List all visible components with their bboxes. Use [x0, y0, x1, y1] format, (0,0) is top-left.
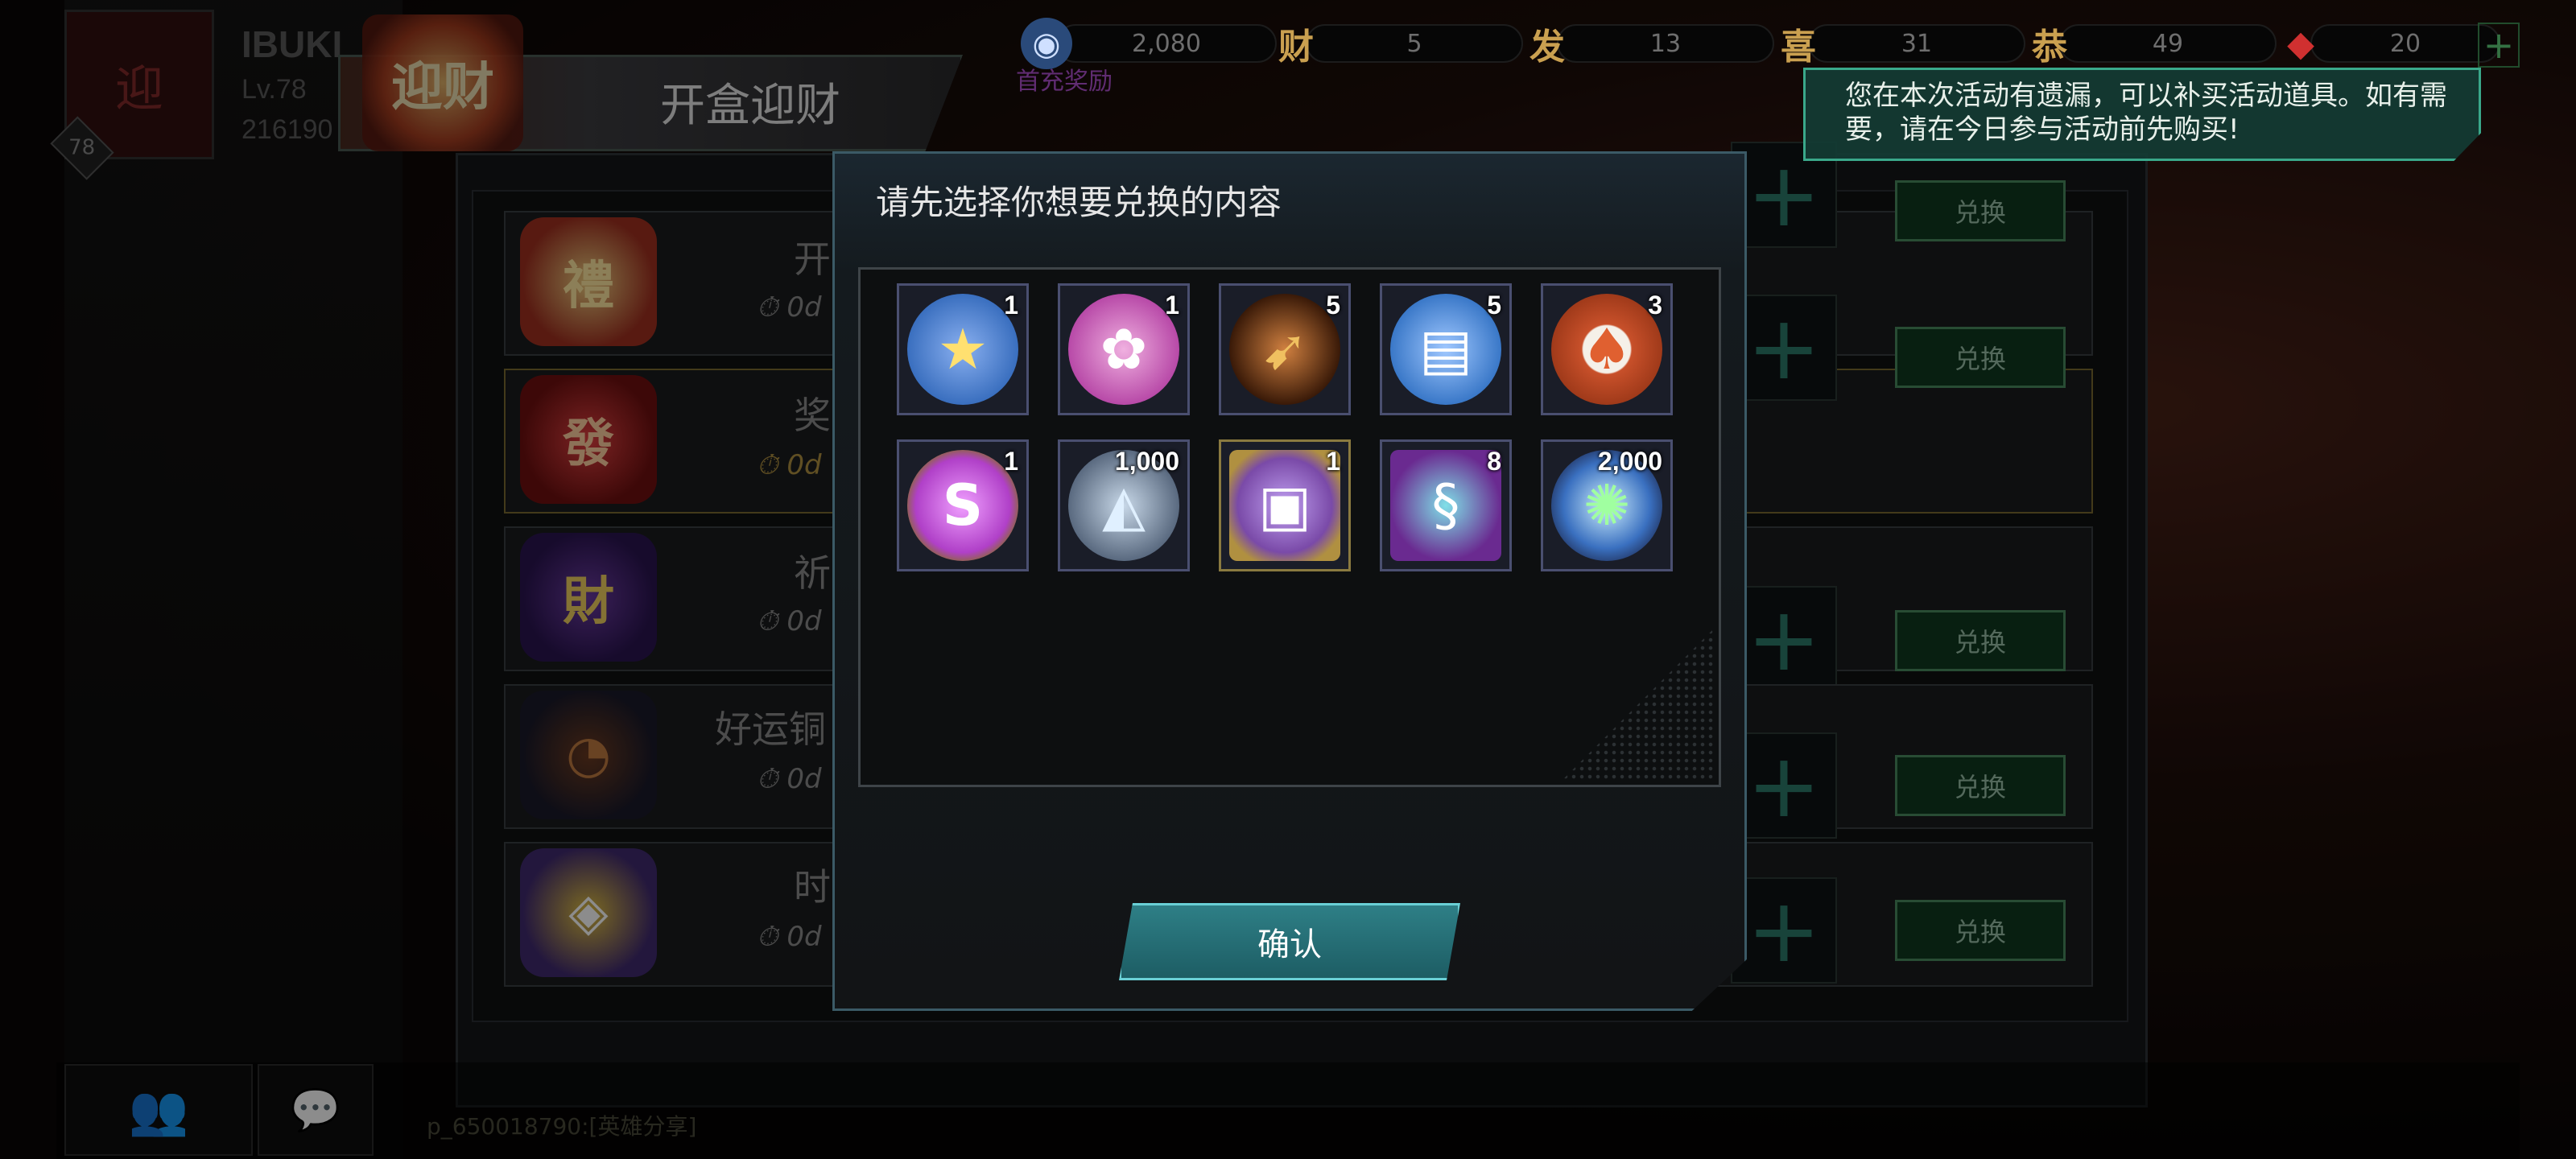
dna-icon: § [1390, 450, 1501, 561]
item-count: 2,000 [1597, 447, 1662, 476]
item-count: 1 [1004, 291, 1018, 320]
cinema-ticket-icon: ▤ [1390, 294, 1501, 405]
item-count: 8 [1487, 447, 1501, 476]
item-slot[interactable]: ➹ 5 [1219, 283, 1351, 415]
item-count: 1 [1165, 291, 1179, 320]
bullet-icon: ➹ [1229, 294, 1340, 405]
item-slot[interactable]: ✿ 1 [1058, 283, 1190, 415]
confirm-button[interactable]: 确认 [1119, 903, 1460, 980]
item-count: 1 [1004, 447, 1018, 476]
film-reel-icon: ✿ [1068, 294, 1179, 405]
item-slot[interactable]: ▤ 5 [1380, 283, 1512, 415]
item-slot[interactable]: ♠ 3 [1541, 283, 1673, 415]
tooltip-text: 您在本次活动有遗漏，可以补买活动道具。如有需要，请在今日参与活动前先购买! [1845, 80, 2447, 146]
modal-title: 请先选择你想要兑换的内容 [876, 183, 1282, 222]
bottle-cap-icon: S [907, 450, 1018, 561]
item-count: 3 [1648, 291, 1662, 320]
item-slot[interactable]: S 1 [897, 439, 1029, 571]
item-count: 1 [1326, 447, 1340, 476]
gong-token-icon: 恭 [2032, 27, 2067, 68]
gem-coin-icon: ◉ [1021, 18, 1072, 69]
item-slot[interactable]: § 8 [1380, 439, 1512, 571]
casino-chip-icon: ♠ [1551, 294, 1662, 405]
police-badge-icon: ★ [907, 294, 1018, 405]
item-count: 5 [1326, 291, 1340, 320]
treasure-chest-icon: ▣ [1229, 450, 1340, 561]
fa-token-icon: 发 [1530, 27, 1565, 68]
item-count: 5 [1487, 291, 1501, 320]
red-envelope-icon: ◆ [2287, 23, 2314, 64]
cai-token-icon: 财 [1278, 27, 1314, 68]
item-slot[interactable]: ✺ 2,000 [1541, 439, 1673, 571]
item-slot[interactable]: ▣ 1 [1219, 439, 1351, 571]
item-slot[interactable]: ◭ 1,000 [1058, 439, 1190, 571]
item-count: 1,000 [1114, 447, 1179, 476]
item-slot[interactable]: ★ 1 [897, 283, 1029, 415]
xi-token-icon: 喜 [1781, 27, 1816, 68]
